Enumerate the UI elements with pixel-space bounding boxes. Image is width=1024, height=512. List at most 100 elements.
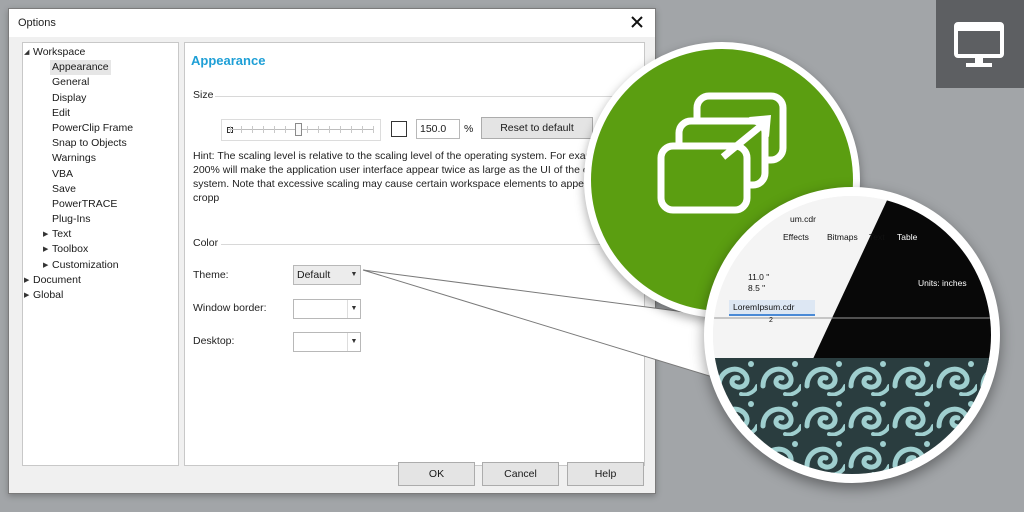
options-dialog: Options ◢ Workspace Appearance General Displ… <box>8 8 656 494</box>
slider-tick <box>362 126 363 133</box>
ok-button[interactable]: OK <box>398 462 475 486</box>
tree-item[interactable]: Plug-Ins <box>23 212 178 227</box>
ruler-number: 2 <box>769 317 773 324</box>
slider-thumb[interactable] <box>295 123 302 136</box>
menu-effects[interactable]: Effects <box>783 232 809 242</box>
tree-item-label: Display <box>52 91 87 104</box>
tree-item[interactable]: ▶ Toolbox <box>23 242 178 257</box>
tree-item-label: Document <box>33 273 81 286</box>
cancel-label: Cancel <box>504 468 537 480</box>
slider-tick <box>252 126 253 133</box>
tree-item[interactable]: ▶ Global <box>23 288 178 303</box>
document-tab-label: LoremIpsum.cdr <box>733 302 795 312</box>
slider-tick <box>307 126 308 133</box>
tree-item-label: General <box>52 76 90 89</box>
tree-item-label: Edit <box>52 106 71 119</box>
slider-tick <box>373 126 374 133</box>
slider-tick <box>351 126 352 133</box>
units-label: Units: <box>918 278 940 288</box>
tree-item-label: Plug-Ins <box>52 213 91 226</box>
tree-item-label: Toolbox <box>52 243 89 256</box>
tree-item-label: Workspace <box>33 46 86 58</box>
tree-item[interactable]: ◢ Workspace <box>23 45 178 60</box>
tree-item-label: Save <box>52 182 76 195</box>
chevron-down-icon: ▼ <box>347 333 360 351</box>
scale-input[interactable]: 150.0 <box>416 119 460 139</box>
collapse-arrow-icon[interactable]: ▶ <box>43 242 51 257</box>
slider-tick <box>274 126 275 133</box>
window-border-label: Window border: <box>193 302 267 314</box>
color-section-label: Color <box>193 237 219 249</box>
menu-table[interactable]: Table <box>897 232 917 242</box>
expand-arrow-icon[interactable]: ◢ <box>24 45 32 60</box>
size-section-label: Size <box>193 89 214 101</box>
tree-item[interactable]: Display <box>23 91 178 106</box>
collapse-arrow-icon[interactable]: ▶ <box>24 288 32 303</box>
chevron-down-icon: ▼ <box>350 271 358 278</box>
tree-item[interactable]: VBA <box>23 167 178 182</box>
dialog-title: Options <box>18 17 56 29</box>
height-value[interactable]: 8.5 " <box>748 283 765 293</box>
options-tree[interactable]: ◢ Workspace Appearance General Display Edit Po… <box>22 42 179 466</box>
appearance-panel: Appearance Size 150.0 % Reset to default… <box>184 42 645 466</box>
slider-tick <box>318 126 319 133</box>
ok-label: OK <box>428 468 445 480</box>
monitor-badge <box>936 0 1024 88</box>
color-divider <box>221 244 635 245</box>
slider-tick <box>329 126 330 133</box>
desktop-color-picker[interactable]: ▼ <box>293 332 361 352</box>
close-button[interactable] <box>625 11 649 33</box>
reset-to-default-button[interactable]: Reset to default <box>481 117 593 139</box>
tree-item[interactable]: PowerTRACE <box>23 197 178 212</box>
width-value[interactable]: 11.0 " <box>748 272 769 282</box>
cancel-button[interactable]: Cancel <box>482 462 559 486</box>
desktop-label: Desktop: <box>193 335 235 347</box>
scaling-hint: Hint: The scaling level is relative to t… <box>193 150 604 204</box>
slider-tick <box>285 126 286 133</box>
tree-item[interactable]: Save <box>23 182 178 197</box>
chevron-down-icon: ▼ <box>347 300 360 318</box>
monitor-icon <box>954 22 1004 67</box>
zoom-file-title: um.cdr <box>790 214 816 224</box>
help-label: Help <box>594 468 617 480</box>
title-bar: Options <box>9 9 655 37</box>
tree-item-label: PowerClip Frame <box>52 121 134 134</box>
menu-bitmaps[interactable]: Bitmaps <box>827 232 858 242</box>
tree-item[interactable]: ▶ Customization <box>23 258 178 273</box>
tree-item[interactable]: Edit <box>23 106 178 121</box>
scale-checkbox[interactable] <box>391 121 407 137</box>
slider-tick <box>263 126 264 133</box>
menu-text[interactable]: Text <box>869 232 885 242</box>
slider-tick <box>340 126 341 133</box>
tree-item[interactable]: General <box>23 75 178 90</box>
tree-item[interactable]: ▶ Text <box>23 227 178 242</box>
reset-label: Reset to default <box>500 122 574 134</box>
window-border-color-picker[interactable]: ▼ <box>293 299 361 319</box>
tree-item-label: Warnings <box>52 152 96 165</box>
tree-item-label: Snap to Objects <box>52 137 127 150</box>
theme-select[interactable]: Default ▼ <box>293 265 361 285</box>
theme-value: Default <box>297 269 331 281</box>
scale-slider[interactable] <box>221 119 381 141</box>
panel-title: Appearance <box>191 53 266 68</box>
units-value[interactable]: inches <box>942 278 967 288</box>
tree-item[interactable]: ▶ Document <box>23 273 178 288</box>
document-tab[interactable]: LoremIpsum.cdr <box>729 300 815 316</box>
collapse-arrow-icon[interactable]: ▶ <box>43 227 51 242</box>
help-button[interactable]: Help <box>567 462 644 486</box>
percent-unit: % <box>464 123 474 135</box>
slider-tick <box>230 126 231 133</box>
tree-item[interactable]: PowerClip Frame <box>23 121 178 136</box>
collapse-arrow-icon[interactable]: ▶ <box>43 258 51 273</box>
tree-item[interactable]: Warnings <box>23 151 178 166</box>
tree-item-label: Appearance <box>50 60 111 76</box>
close-icon <box>631 16 643 28</box>
size-divider <box>215 96 635 97</box>
tree-item-label: Global <box>33 289 64 301</box>
tree-item[interactable]: Appearance <box>23 60 178 76</box>
tree-item-label: Text <box>52 228 72 241</box>
theme-label: Theme: <box>193 269 229 281</box>
tree-item[interactable]: Snap to Objects <box>23 136 178 151</box>
collapse-arrow-icon[interactable]: ▶ <box>24 273 32 288</box>
tree-item-label: PowerTRACE <box>52 197 118 210</box>
